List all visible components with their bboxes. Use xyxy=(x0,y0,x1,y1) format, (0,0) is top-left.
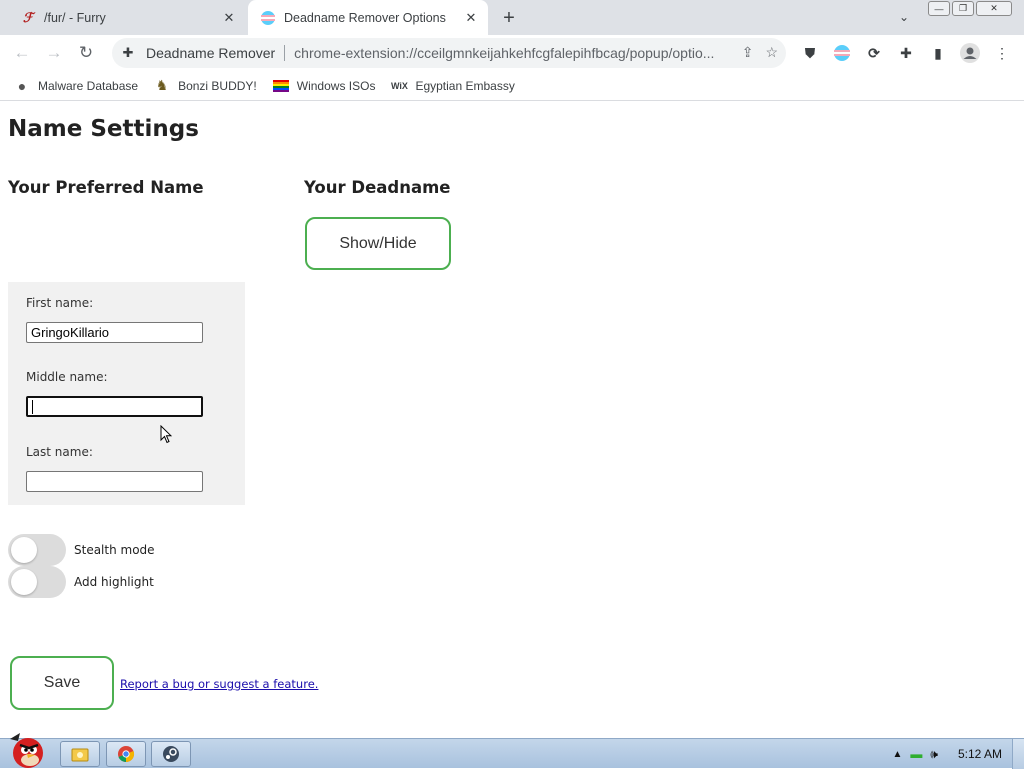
mouse-pointer-icon xyxy=(160,425,172,444)
middle-name-field[interactable] xyxy=(26,396,203,417)
stealth-mode-toggle[interactable] xyxy=(8,534,66,566)
globe-icon: ● xyxy=(14,78,30,94)
back-arrow-icon[interactable]: ← xyxy=(10,41,34,65)
ublock-shield-icon[interactable]: ⛊ xyxy=(798,41,822,65)
star-icon[interactable]: ☆ xyxy=(765,44,778,61)
share-icon[interactable]: ⇪ xyxy=(742,44,754,61)
browser-toolbar: ← → ↻ ✚ Deadname Remover chrome-extensio… xyxy=(0,35,1024,71)
tab-title: /fur/ - Furry xyxy=(44,11,220,25)
tab-deadname-options[interactable]: Deadname Remover Options ✕ xyxy=(248,0,488,35)
sync-icon[interactable]: ⟳ xyxy=(862,41,886,65)
clock[interactable]: 5:12 AM xyxy=(958,747,1002,761)
tab-fur[interactable]: ℱ /fur/ - Furry ✕ xyxy=(8,0,246,35)
text-caret xyxy=(32,400,33,414)
chrome-icon[interactable] xyxy=(106,741,146,767)
toggle-knob xyxy=(11,569,37,595)
close-icon[interactable]: ✕ xyxy=(220,9,238,27)
close-window-button[interactable]: ✕ xyxy=(976,1,1012,16)
first-name-label: First name: xyxy=(26,296,93,310)
system-tray: ▲ ▬ 🕪 5:12 AM xyxy=(893,739,1024,769)
window-controls: — ❐ ✕ xyxy=(928,1,1012,16)
page-content: Name Settings Your Preferred Name Your D… xyxy=(0,102,1024,738)
forward-arrow-icon[interactable]: → xyxy=(42,41,66,65)
profile-avatar-icon[interactable] xyxy=(958,41,982,65)
steam-icon[interactable] xyxy=(151,741,191,767)
preferred-name-heading: Your Preferred Name xyxy=(8,178,204,197)
new-tab-button[interactable]: + xyxy=(497,6,521,30)
show-desktop-button[interactable] xyxy=(1012,739,1024,769)
last-name-field[interactable] xyxy=(26,471,203,492)
omnibox-url: chrome-extension://cceilgmnkeijahkehfcgf… xyxy=(294,45,724,61)
network-icon[interactable]: ▬ xyxy=(910,747,922,761)
explorer-icon[interactable] xyxy=(60,741,100,767)
report-bug-link[interactable]: Report a bug or suggest a feature. xyxy=(120,677,318,691)
omnibox-divider xyxy=(284,45,285,61)
extension-icons: ⛊ ⟳ ✚ ▮ ⋮ xyxy=(798,41,1014,65)
bookmark-windows-isos[interactable]: Windows ISOs xyxy=(273,78,376,94)
address-bar[interactable]: ✚ Deadname Remover chrome-extension://cc… xyxy=(112,38,786,68)
trans-flag-icon[interactable] xyxy=(830,41,854,65)
first-name-field[interactable]: GringoKillario xyxy=(26,322,203,343)
volume-icon[interactable]: 🕪 xyxy=(930,747,938,762)
chevron-up-icon[interactable]: ▲ xyxy=(893,749,903,760)
close-icon[interactable]: ✕ xyxy=(462,9,480,27)
puzzle-icon: ✚ xyxy=(120,45,136,61)
bookmark-egyptian-embassy[interactable]: WiX Egyptian Embassy xyxy=(391,78,514,94)
bonzi-icon: ♞ xyxy=(154,78,170,94)
trans-flag-icon xyxy=(260,10,276,26)
bookmark-label: Bonzi BUDDY! xyxy=(178,79,257,93)
tab-title: Deadname Remover Options xyxy=(284,11,462,25)
reload-icon[interactable]: ↻ xyxy=(74,41,98,65)
bookmark-bonzi-buddy[interactable]: ♞ Bonzi BUDDY! xyxy=(154,78,257,94)
middle-name-label: Middle name: xyxy=(26,370,108,384)
minimize-button[interactable]: — xyxy=(928,1,950,16)
deadname-heading: Your Deadname xyxy=(304,178,451,197)
add-highlight-label: Add highlight xyxy=(74,575,154,589)
toggle-knob xyxy=(11,537,37,563)
side-panel-icon[interactable]: ▮ xyxy=(926,41,950,65)
add-highlight-toggle[interactable] xyxy=(8,566,66,598)
preferred-name-form: First name: GringoKillario Middle name: … xyxy=(8,282,245,505)
wix-icon: WiX xyxy=(391,78,407,94)
save-button[interactable]: Save xyxy=(10,656,114,710)
bookmark-label: Egyptian Embassy xyxy=(415,79,514,93)
taskbar: ▲ ▬ 🕪 5:12 AM xyxy=(0,738,1024,768)
bookmark-label: Windows ISOs xyxy=(297,79,376,93)
pride-flag-icon xyxy=(273,78,289,94)
omnibox-actions: ⇪ ☆ xyxy=(742,44,778,61)
bookmark-malware-database[interactable]: ● Malware Database xyxy=(14,78,138,94)
4chan-fur-icon: ℱ xyxy=(20,10,36,26)
restore-button[interactable]: ❐ xyxy=(952,1,974,16)
last-name-label: Last name: xyxy=(26,445,93,459)
bookmark-label: Malware Database xyxy=(38,79,138,93)
page-title: Name Settings xyxy=(8,116,199,142)
puzzle-icon[interactable]: ✚ xyxy=(894,41,918,65)
stealth-mode-row: Stealth mode xyxy=(8,534,155,566)
angry-bird-start-icon[interactable] xyxy=(2,731,50,769)
show-hide-button[interactable]: Show/Hide xyxy=(305,217,451,270)
stealth-mode-label: Stealth mode xyxy=(74,543,155,557)
bookmarks-bar: ● Malware Database ♞ Bonzi BUDDY! Window… xyxy=(0,71,1024,101)
chevron-down-icon[interactable]: ⌄ xyxy=(895,9,913,25)
kebab-menu-icon[interactable]: ⋮ xyxy=(990,41,1014,65)
omnibox-origin: Deadname Remover xyxy=(146,45,275,61)
add-highlight-row: Add highlight xyxy=(8,566,154,598)
tab-strip: ℱ /fur/ - Furry ✕ Deadname Remover Optio… xyxy=(0,0,1024,35)
